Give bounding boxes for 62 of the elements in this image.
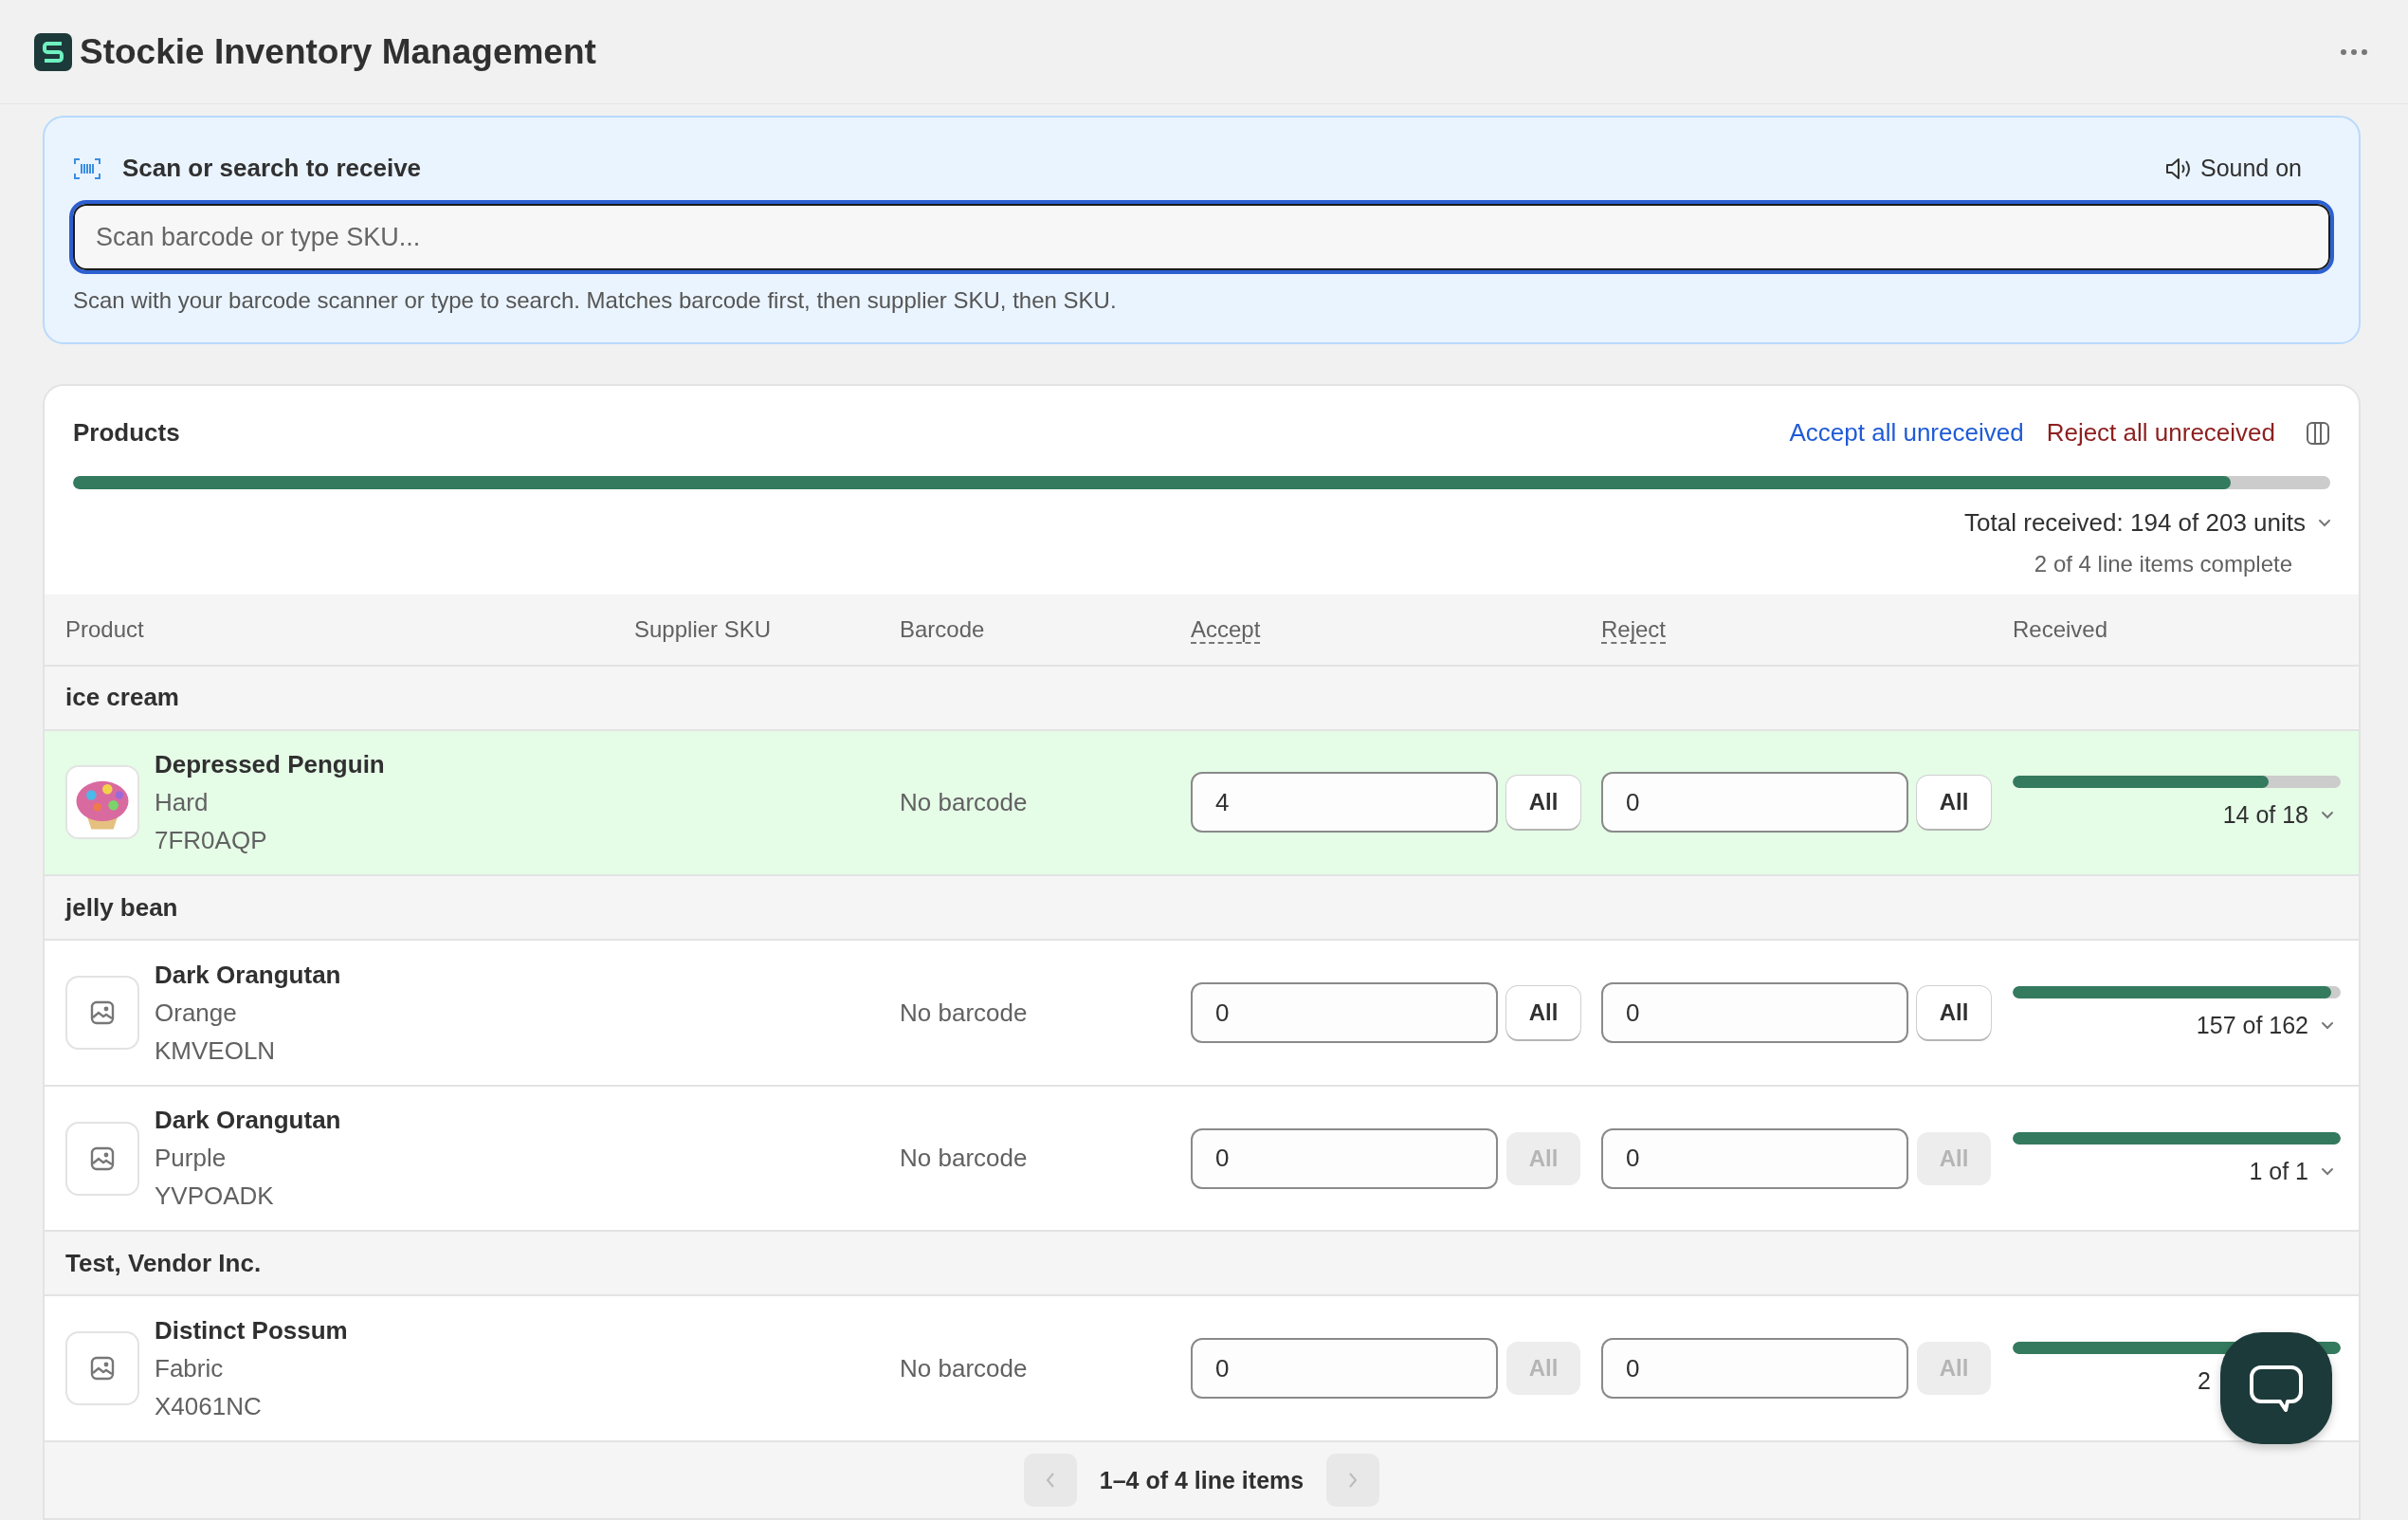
all-button[interactable]: All xyxy=(1917,986,1991,1039)
image-icon xyxy=(89,1355,116,1383)
chevron-icon xyxy=(2319,519,2330,526)
group-heading: ice cream xyxy=(65,683,179,713)
sku-text: X4061NC xyxy=(155,1391,263,1421)
chevron-icon xyxy=(2322,1022,2333,1029)
barcode-text: No barcode xyxy=(900,788,1028,817)
received-toggle[interactable]: 1 of 1 xyxy=(2249,1157,2341,1185)
image-icon xyxy=(89,999,116,1026)
column-header: Received xyxy=(2013,615,2108,642)
reject-quantity-field[interactable]: 0 xyxy=(1601,1338,1908,1400)
variant-name: Purple xyxy=(155,1144,228,1174)
reject-quantity-field[interactable]: 0 xyxy=(1601,982,1908,1043)
group-heading: Test, Vendor Inc. xyxy=(65,1248,262,1278)
all-button[interactable]: All xyxy=(1506,986,1580,1039)
column-header: Barcode xyxy=(900,615,985,642)
app-logo-icon xyxy=(34,32,72,71)
all-button[interactable]: All xyxy=(1917,776,1991,830)
received-toggle[interactable]: 14 of 18 xyxy=(2222,801,2341,830)
more-icon xyxy=(2340,47,2368,56)
completion-text: 2 of 4 line items complete xyxy=(2034,550,2292,577)
variant-name: Orange xyxy=(155,998,238,1028)
section-title: Products xyxy=(73,418,180,448)
reject-quantity-field[interactable]: 0 xyxy=(1601,772,1908,833)
received-toggle[interactable]: 2 xyxy=(2198,1367,2218,1396)
accept-quantity-field[interactable]: 4 xyxy=(1191,772,1498,833)
variant-name: Fabric xyxy=(155,1353,225,1383)
columns-icon xyxy=(2306,420,2330,446)
product-name: Dark Orangutan xyxy=(155,1106,341,1136)
barcode-text: No barcode xyxy=(900,1353,1028,1383)
product-name: Depressed Penguin xyxy=(155,750,385,779)
received-toggle[interactable]: 157 of 162 xyxy=(2196,1012,2341,1039)
sound-toggle[interactable]: Sound on xyxy=(2163,155,2330,182)
chevron-icon xyxy=(2322,1167,2333,1175)
reject-quantity-field[interactable]: 0 xyxy=(1601,1127,1908,1189)
barcode-icon xyxy=(73,156,101,181)
barcode-text: No barcode xyxy=(900,998,1028,1028)
column-header: Accept xyxy=(1191,615,1261,644)
accept-quantity-field[interactable]: 0 xyxy=(1191,1338,1498,1400)
all-button[interactable]: All xyxy=(1506,776,1580,830)
pagination-label: 1–4 of 4 line items xyxy=(1099,1466,1304,1495)
product-name: Dark Orangutan xyxy=(155,960,341,990)
chevron-icon xyxy=(2322,812,2333,819)
total-received-toggle[interactable]: Total received: 194 of 203 units xyxy=(1964,507,2330,538)
app-title: Stockie Inventory Management xyxy=(80,31,596,72)
reject-all-link[interactable]: Reject all unreceived xyxy=(2046,418,2275,448)
group-heading: jelly bean xyxy=(65,892,178,923)
column-header: Supplier SKU xyxy=(634,615,772,642)
barcode-text: No barcode xyxy=(900,1144,1028,1174)
column-header: Product xyxy=(65,615,144,642)
product-name: Distinct Possum xyxy=(155,1315,348,1346)
help-text: Scan with your barcode scanner or type to search. Matches barcode first, then supplier SKU, then SKU. xyxy=(73,287,1118,314)
accept-quantity-field[interactable]: 0 xyxy=(1191,982,1498,1043)
variant-name: Hard xyxy=(155,788,210,817)
sku-text: 7FR0AQP xyxy=(155,826,268,855)
sku-text: YVPOADK xyxy=(155,1181,275,1212)
accept-all-link[interactable]: Accept all unreceived xyxy=(1789,418,2024,448)
sku-text: KMVEOLN xyxy=(155,1035,277,1066)
column-header: Reject xyxy=(1601,615,1667,644)
accept-quantity-field[interactable]: 0 xyxy=(1191,1127,1498,1189)
image-icon xyxy=(89,1145,116,1172)
scan-title: Scan or search to receive xyxy=(122,154,422,183)
